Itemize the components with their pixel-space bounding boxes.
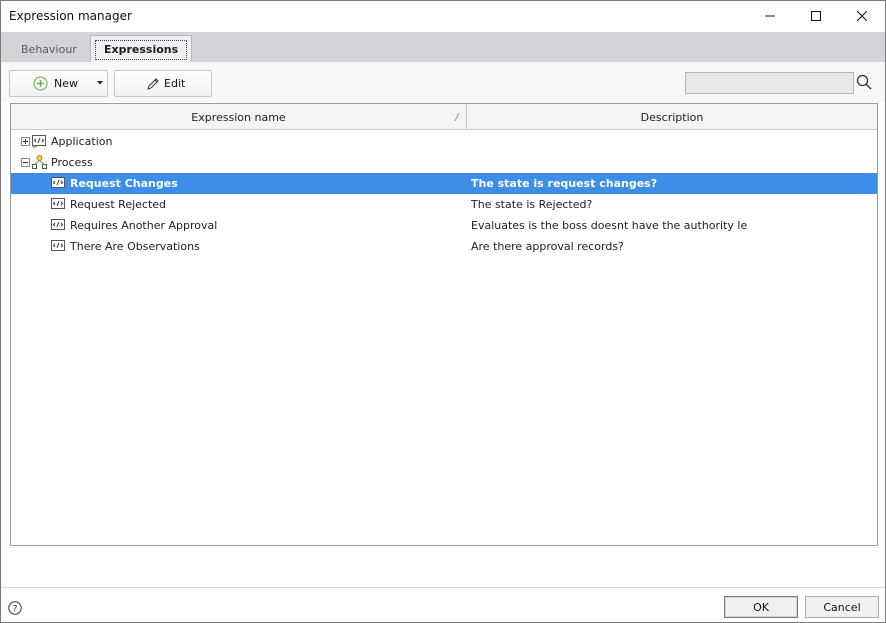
tree-row-description: The state is Rejected? [471,198,593,211]
tree-row-name: There Are Observations [70,240,200,253]
new-button[interactable]: New [9,70,108,97]
tree-row-description: Are there approval records? [471,240,624,253]
new-button-label: New [54,77,78,90]
edit-button[interactable]: Edit [114,70,212,97]
pencil-icon [147,77,159,90]
maximize-button[interactable] [793,1,839,31]
tree-row-description [471,131,871,152]
close-button[interactable] [839,1,885,31]
expression-manager-window: Expression manager Behaviour Expressions… [0,0,886,623]
dialog-footer: ? OK Cancel [1,587,885,622]
minimize-icon [765,15,775,17]
grid-header: Expression name Description [11,104,877,130]
cancel-button[interactable]: Cancel [805,596,879,618]
tree-row-process[interactable]: Process [11,152,877,173]
tree-row-name: Application [51,135,113,148]
tree-row-request-changes[interactable]: Request Changes The state is request cha… [11,173,877,194]
tree-row-request-rejected[interactable]: Request Rejected The state is Rejected? [11,194,877,215]
tab-behaviour-label: Behaviour [21,42,77,56]
tree-row-description [471,152,871,173]
expression-icon [51,219,65,230]
expression-icon [51,177,65,188]
tab-expressions[interactable]: Expressions [90,35,193,63]
title-bar: Expression manager [1,1,885,32]
search-icon[interactable] [856,74,872,90]
tree-row-description: The state is request changes? [471,177,658,190]
help-icon[interactable]: ? [8,601,22,615]
tree-row-there-are-observations[interactable]: There Are Observations Are there approva… [11,236,877,257]
tab-expressions-label: Expressions [95,39,188,60]
expression-icon [51,198,65,209]
column-header-description[interactable]: Description [467,104,877,130]
tree-row-requires-another-approval[interactable]: Requires Another Approval Evaluates is t… [11,215,877,236]
minimize-button[interactable] [747,1,793,31]
tree-row-name: Process [51,156,93,169]
expression-group-icon [32,135,46,148]
column-header-description-label: Description [640,110,704,124]
maximize-icon [811,11,821,21]
tree-row-name: Requires Another Approval [70,219,218,232]
expand-icon[interactable] [21,137,30,146]
tree-row-application[interactable]: Application [11,131,877,152]
window-title: Expression manager [9,9,132,23]
svg-text:?: ? [13,605,18,615]
tab-strip: Behaviour Expressions [1,32,885,63]
edit-button-label: Edit [164,77,186,90]
process-icon [32,155,47,169]
add-icon [33,76,48,91]
toolbar: New Edit [1,62,885,102]
column-header-expression-name-label: Expression name [191,110,286,124]
sort-icon [454,113,460,121]
ok-button[interactable]: OK [724,596,798,618]
close-icon [857,11,867,21]
tree-row-description: Evaluates is the boss doesnt have the au… [471,219,748,232]
tree-row-name: Request Rejected [70,198,167,211]
column-header-expression-name[interactable]: Expression name [11,104,467,130]
tree-row-name: Request Changes [70,177,178,190]
collapse-icon[interactable] [21,158,30,167]
tab-behaviour[interactable]: Behaviour [9,36,89,62]
chevron-down-icon[interactable] [97,81,103,85]
search-input[interactable] [685,72,854,94]
expressions-grid: Expression name Description Application [10,103,878,546]
expression-icon [51,240,65,251]
